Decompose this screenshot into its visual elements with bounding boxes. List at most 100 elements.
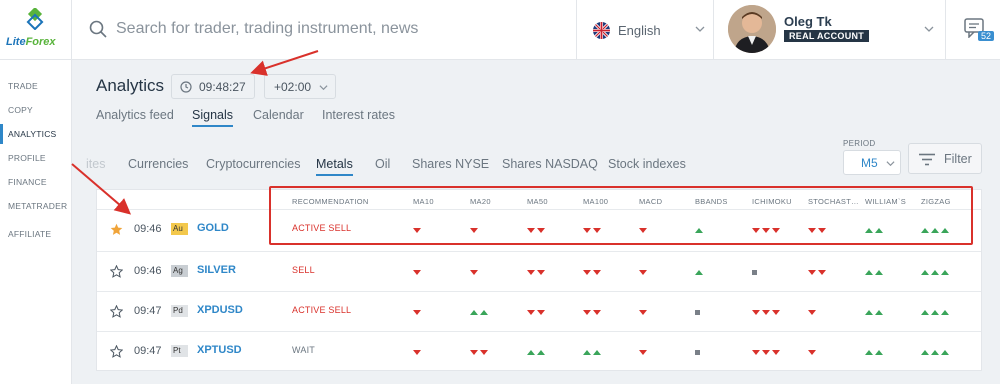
tab-interest-rates[interactable]: Interest rates [322, 108, 395, 122]
logo[interactable]: LiteForex [0, 0, 72, 60]
signal-indicator [695, 307, 700, 317]
recommendation: ACTIVE SELL [292, 223, 352, 233]
favorite-star-icon[interactable] [110, 265, 123, 278]
signals-table: RECOMMENDATION MA10 MA20 MA50 MA100 MACD… [96, 189, 982, 371]
recommendation: WAIT [292, 345, 315, 355]
notifications-button[interactable]: 52 [946, 0, 1000, 60]
signal-indicator [583, 347, 601, 357]
account-type-badge: REAL ACCOUNT [784, 30, 870, 42]
clock-icon [180, 81, 192, 93]
user-menu[interactable]: Oleg Tk REAL ACCOUNT [714, 0, 946, 60]
sidebar-item-profile[interactable]: PROFILE [0, 148, 72, 168]
signal-indicator [865, 267, 883, 277]
signal-indicator [527, 347, 545, 357]
sell-arrow-icon [413, 309, 421, 315]
symbol-link[interactable]: GOLD [197, 222, 229, 234]
signal-indicator [413, 225, 421, 235]
symbol-link[interactable]: XPDUSD [197, 304, 243, 316]
neutral-square-icon [752, 269, 757, 275]
table-row[interactable]: 09:46 Ag SILVER SELL [97, 251, 981, 291]
signal-indicator [470, 347, 488, 357]
buy-arrow-icon [470, 309, 478, 315]
sidebar-item-trade[interactable]: TRADE [0, 76, 72, 96]
period-value: M5 [861, 156, 878, 170]
signal-indicator [752, 347, 780, 357]
timezone-select[interactable]: +02:00 [264, 74, 336, 99]
sell-arrow-icon [752, 227, 760, 233]
column-header: MA20 [470, 197, 491, 206]
buy-arrow-icon [583, 349, 591, 355]
symbol-link[interactable]: XPTUSD [197, 344, 242, 356]
favorite-star-icon[interactable] [110, 345, 123, 358]
sell-arrow-icon [583, 227, 591, 233]
buy-arrow-icon [941, 269, 949, 275]
table-row[interactable]: 09:46 Au GOLD ACTIVE SELL [97, 209, 981, 249]
sell-arrow-icon [583, 269, 591, 275]
category-metals[interactable]: Metals [316, 157, 353, 176]
category-cryptocurrencies[interactable]: Cryptocurrencies [206, 157, 300, 171]
buy-arrow-icon [941, 349, 949, 355]
sell-arrow-icon [818, 269, 826, 275]
table-row[interactable]: 09:47 Pd XPDUSD ACTIVE SELL [97, 291, 981, 331]
search-bar[interactable]: Search for trader, trading instrument, n… [72, 0, 576, 60]
signal-indicator [865, 225, 883, 235]
signal-indicator [583, 225, 601, 235]
column-header: ICHIMOKU [752, 197, 792, 206]
sidebar-item-metatrader[interactable]: METATRADER [0, 196, 72, 216]
avatar [728, 5, 776, 53]
period-select[interactable]: M5 [843, 150, 901, 175]
category-partial[interactable]: ites [86, 157, 105, 171]
signal-indicator [470, 307, 488, 317]
search-input[interactable]: Search for trader, trading instrument, n… [116, 20, 418, 38]
buy-arrow-icon [875, 309, 883, 315]
sell-arrow-icon [808, 269, 816, 275]
column-header: MACD [639, 197, 663, 206]
tab-signals[interactable]: Signals [192, 108, 233, 127]
sidebar: TRADE COPY ANALYTICS PROFILE FINANCE MET… [0, 60, 72, 384]
table-row[interactable]: 09:47 Pt XPTUSD WAIT [97, 331, 981, 371]
buy-arrow-icon [537, 349, 545, 355]
signal-indicator [695, 347, 700, 357]
signal-indicator [639, 225, 647, 235]
tab-calendar[interactable]: Calendar [253, 108, 304, 122]
sidebar-item-analytics[interactable]: ANALYTICS [0, 124, 72, 144]
sell-arrow-icon [772, 227, 780, 233]
buy-arrow-icon [931, 269, 939, 275]
signal-indicator [639, 347, 647, 357]
logo-mark-icon [26, 8, 44, 30]
symbol-link[interactable]: SILVER [197, 264, 236, 276]
chevron-down-icon [695, 26, 705, 32]
sell-arrow-icon [470, 269, 478, 275]
tab-analytics-feed[interactable]: Analytics feed [96, 108, 174, 122]
sidebar-item-finance[interactable]: FINANCE [0, 172, 72, 192]
filter-button[interactable]: Filter [908, 143, 982, 174]
signal-indicator [639, 267, 647, 277]
signal-indicator [470, 225, 478, 235]
symbol-badge: Ag [171, 265, 189, 277]
buy-arrow-icon [921, 269, 929, 275]
category-shares-nyse[interactable]: Shares NYSE [412, 157, 489, 171]
sidebar-item-affiliate[interactable]: AFFILIATE [0, 224, 72, 244]
signal-indicator [865, 347, 883, 357]
category-currencies[interactable]: Currencies [128, 157, 188, 171]
signal-indicator [527, 267, 545, 277]
signal-indicator [413, 267, 421, 277]
category-stock-indexes[interactable]: Stock indexes [608, 157, 686, 171]
signal-indicator [752, 225, 780, 235]
favorite-star-icon[interactable] [110, 223, 123, 236]
sell-arrow-icon [639, 269, 647, 275]
sell-arrow-icon [772, 309, 780, 315]
sidebar-item-copy[interactable]: COPY [0, 100, 72, 120]
favorite-star-icon[interactable] [110, 305, 123, 318]
filter-icon [919, 153, 935, 166]
category-shares-nasdaq[interactable]: Shares NASDAQ [502, 157, 598, 171]
signal-indicator [695, 225, 703, 235]
signal-indicator [527, 225, 545, 235]
top-bar: LiteForex Search for trader, trading ins… [0, 0, 1000, 60]
signal-time: 09:47 [134, 305, 162, 317]
recommendation: ACTIVE SELL [292, 305, 352, 315]
category-oil[interactable]: Oil [375, 157, 390, 171]
language-selector[interactable]: English [576, 0, 714, 60]
sell-arrow-icon [527, 269, 535, 275]
sell-arrow-icon [583, 309, 591, 315]
